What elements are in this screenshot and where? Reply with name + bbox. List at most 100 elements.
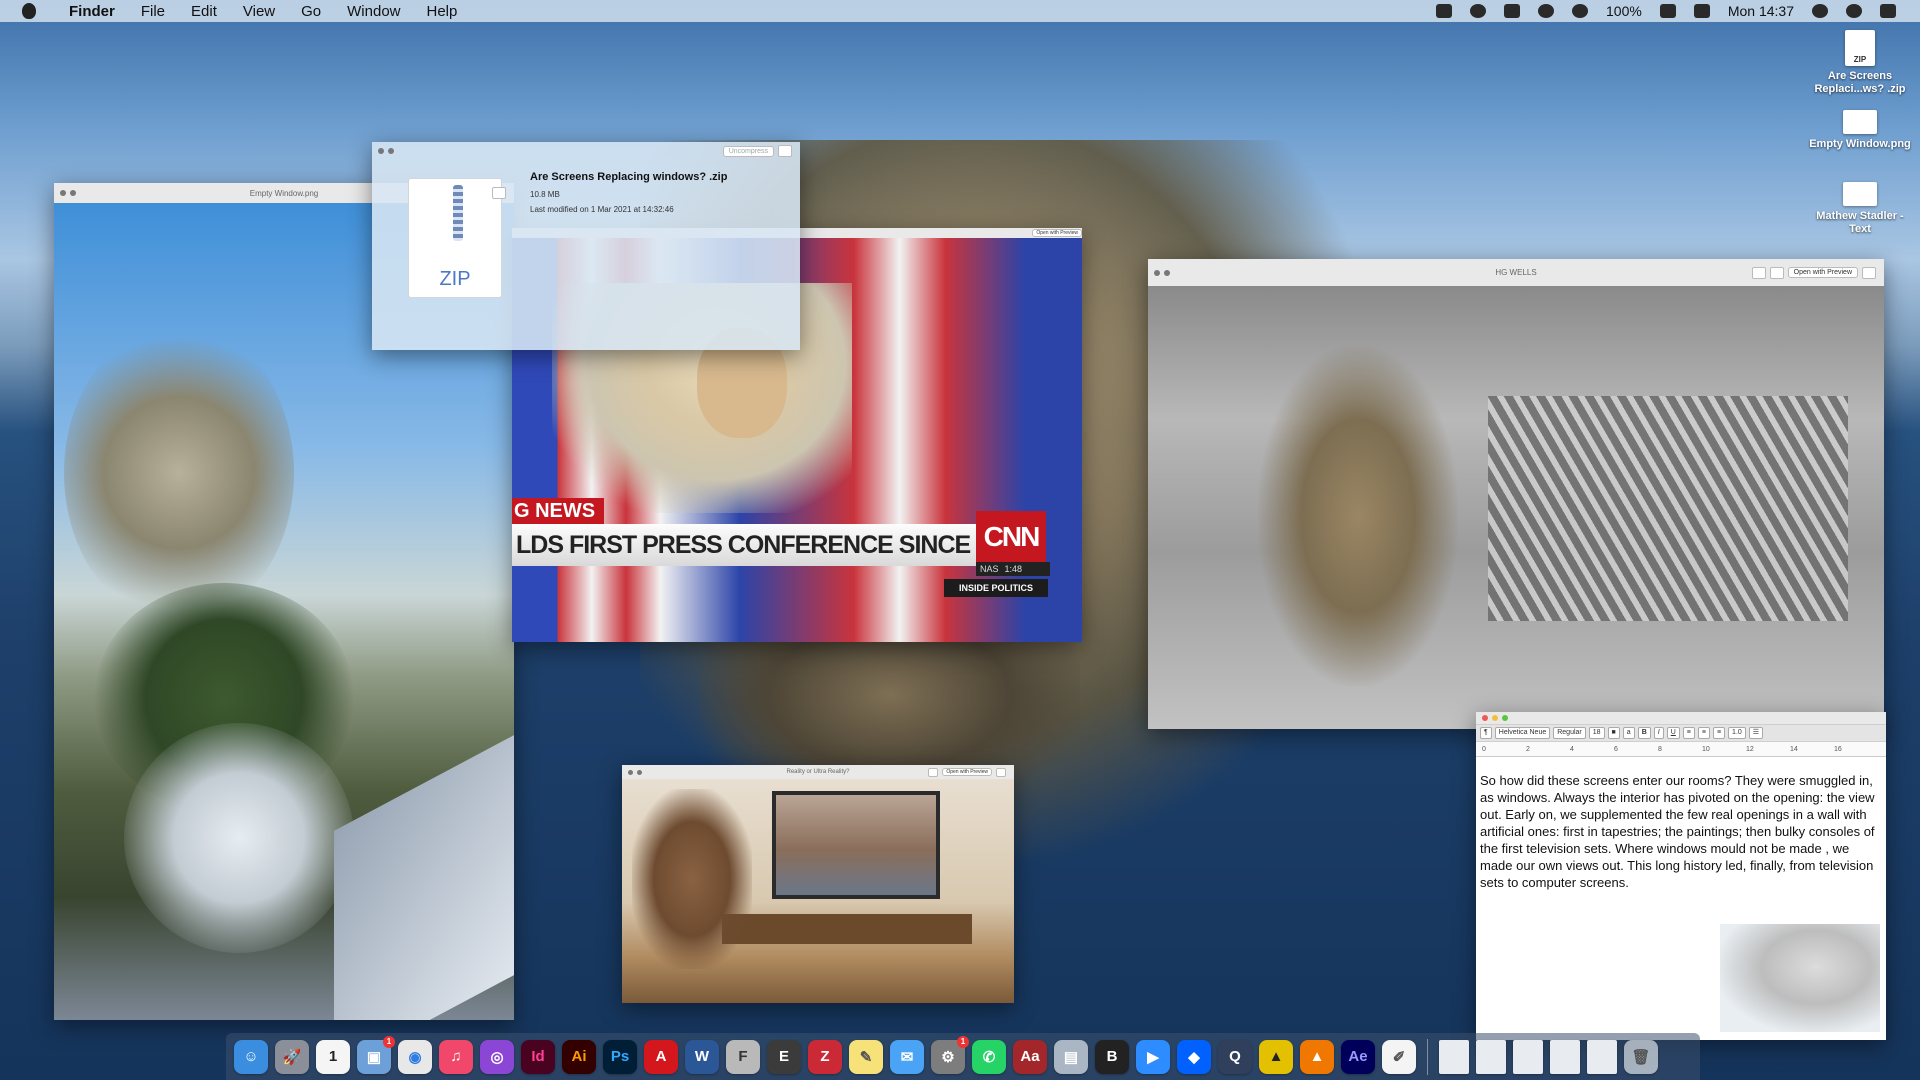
open-with-preview-button[interactable]: Open with Preview bbox=[1032, 229, 1082, 237]
indesign-icon[interactable]: Id bbox=[521, 1039, 555, 1074]
google-drive-icon[interactable] bbox=[1504, 4, 1521, 18]
automator-icon[interactable]: ▲ bbox=[1259, 1039, 1293, 1074]
clock[interactable]: Mon 14:37 bbox=[1728, 3, 1794, 19]
close-icon[interactable] bbox=[1154, 269, 1160, 276]
creative-cloud-icon[interactable] bbox=[1470, 4, 1487, 18]
fullscreen-icon[interactable] bbox=[637, 769, 642, 775]
zoom-icon[interactable]: ▶ bbox=[1136, 1039, 1170, 1074]
paragraph-style-select[interactable]: ¶ bbox=[1480, 727, 1492, 739]
bold-button[interactable]: B bbox=[1637, 727, 1651, 739]
title-bar[interactable]: Uncompress bbox=[372, 142, 800, 160]
open-with-preview-button[interactable]: Open with Preview bbox=[942, 768, 992, 776]
battery-icon[interactable] bbox=[1659, 4, 1676, 18]
line-spacing-select[interactable]: 1.0 bbox=[1728, 727, 1746, 739]
illustrator-icon[interactable]: Ai bbox=[562, 1039, 596, 1074]
recent-document-thumbnail[interactable] bbox=[1587, 1039, 1617, 1074]
close-icon[interactable] bbox=[1482, 715, 1488, 721]
siri-icon[interactable] bbox=[1846, 4, 1862, 18]
acrobat-icon[interactable]: A bbox=[644, 1039, 678, 1074]
share-icon[interactable] bbox=[996, 767, 1006, 777]
align-center-icon[interactable]: ≡ bbox=[1697, 727, 1710, 739]
notes-icon[interactable]: ✎ bbox=[849, 1039, 883, 1074]
minimize-icon[interactable] bbox=[1492, 715, 1498, 721]
desktop-icon-empty-window[interactable]: Empty Window.png bbox=[1805, 102, 1915, 151]
italic-button[interactable]: I bbox=[1653, 727, 1664, 739]
preview-photos-icon[interactable]: ▣ 1 bbox=[357, 1035, 395, 1074]
word-icon[interactable]: W bbox=[685, 1039, 719, 1074]
menu-help[interactable]: Help bbox=[414, 3, 471, 20]
align-left-icon[interactable]: ≡ bbox=[1682, 727, 1695, 739]
close-icon[interactable] bbox=[628, 769, 633, 775]
document-text-area[interactable]: So how did these screens enter our rooms… bbox=[1476, 770, 1886, 1040]
finder-icon[interactable]: ☺ bbox=[234, 1039, 268, 1074]
markup-icon[interactable] bbox=[1769, 266, 1784, 279]
title-bar[interactable]: Reality or Ultra Reality? Open with Prev… bbox=[622, 765, 1014, 780]
desktop-icon-zip[interactable]: ZIP Are Screens Replaci...ws? .zip bbox=[1805, 30, 1915, 96]
dictionary-icon[interactable]: Aa bbox=[1013, 1039, 1047, 1074]
textedit-icon[interactable]: ✐ bbox=[1382, 1039, 1416, 1074]
image-capture-icon[interactable]: ▤ bbox=[1054, 1039, 1088, 1074]
dropbox-icon[interactable]: ◆ bbox=[1177, 1039, 1211, 1074]
zoom-icon[interactable] bbox=[1502, 715, 1508, 721]
close-icon[interactable] bbox=[378, 148, 384, 154]
rotate-icon[interactable] bbox=[1751, 266, 1766, 279]
title-bar[interactable]: HG WELLS Open with Preview bbox=[1148, 259, 1884, 287]
quicktime-icon[interactable]: Q bbox=[1218, 1039, 1252, 1074]
menu-app-name[interactable]: Finder bbox=[56, 3, 128, 20]
bbedit-icon[interactable]: B bbox=[1095, 1039, 1129, 1074]
vlc-icon[interactable]: ▲ bbox=[1300, 1039, 1334, 1074]
share-icon[interactable] bbox=[492, 187, 506, 199]
aftereffects-icon[interactable]: Ae bbox=[1341, 1039, 1375, 1074]
list-bullets-icon[interactable]: ☰ bbox=[1748, 727, 1764, 739]
font-family-select[interactable]: Helvetica Neue bbox=[1494, 727, 1551, 739]
share-icon[interactable] bbox=[1862, 266, 1876, 279]
fullscreen-icon[interactable] bbox=[1164, 269, 1170, 276]
recent-document-thumbnail[interactable] bbox=[1513, 1039, 1543, 1074]
share-icon[interactable] bbox=[778, 145, 792, 157]
fullscreen-icon[interactable] bbox=[70, 190, 76, 196]
apple-menu-icon[interactable] bbox=[22, 3, 36, 19]
font-style-select[interactable]: Regular bbox=[1553, 727, 1586, 739]
calendar-icon[interactable]: 1 bbox=[316, 1039, 350, 1074]
recent-document-thumbnail[interactable] bbox=[1439, 1039, 1469, 1074]
chrome-icon[interactable]: ◉ bbox=[398, 1039, 432, 1074]
messages-icon[interactable]: ✉ bbox=[890, 1039, 924, 1074]
battery-percentage[interactable]: 100% bbox=[1606, 3, 1642, 19]
title-bar[interactable] bbox=[1476, 712, 1886, 725]
close-icon[interactable] bbox=[60, 190, 66, 196]
trash-icon[interactable]: 🗑 bbox=[1624, 1039, 1658, 1074]
menu-file[interactable]: File bbox=[128, 3, 178, 20]
podcasts-icon[interactable]: ◎ bbox=[480, 1039, 514, 1074]
ruler[interactable]: 0 2 4 6 8 10 12 14 16 bbox=[1476, 742, 1886, 757]
menu-go[interactable]: Go bbox=[288, 3, 334, 20]
spotlight-search-icon[interactable] bbox=[1812, 4, 1828, 18]
recent-document-thumbnail[interactable] bbox=[1476, 1039, 1506, 1074]
whatsapp-icon[interactable]: ✆ bbox=[972, 1039, 1006, 1074]
menu-window[interactable]: Window bbox=[334, 3, 413, 20]
zotero-icon[interactable]: Z bbox=[808, 1039, 842, 1074]
font-size-select[interactable]: 18 bbox=[1588, 727, 1605, 739]
desktop-icon-text-doc[interactable]: Mathew Stadler - Text bbox=[1805, 174, 1915, 236]
volume-icon[interactable] bbox=[1693, 4, 1710, 18]
exporter-icon[interactable]: E bbox=[767, 1039, 801, 1074]
menu-view[interactable]: View bbox=[230, 3, 288, 20]
photoshop-icon[interactable]: Ps bbox=[603, 1039, 637, 1074]
dropbox-status-icon[interactable] bbox=[1436, 4, 1453, 18]
text-color-icon[interactable]: ■ bbox=[1607, 727, 1620, 739]
uncompress-button[interactable]: Uncompress bbox=[722, 145, 774, 157]
launchpad-icon[interactable]: 🚀 bbox=[275, 1039, 309, 1074]
align-justify-icon[interactable]: ≡ bbox=[1712, 727, 1726, 739]
wifi-icon[interactable] bbox=[1572, 4, 1589, 18]
system-preferences-icon[interactable]: ⚙ 1 bbox=[931, 1035, 969, 1074]
bluetooth-icon[interactable] bbox=[1538, 4, 1555, 18]
fontbook-icon[interactable]: F bbox=[726, 1039, 760, 1074]
menu-edit[interactable]: Edit bbox=[178, 3, 230, 20]
fullscreen-icon[interactable] bbox=[388, 148, 394, 154]
recent-document-thumbnail[interactable] bbox=[1550, 1039, 1580, 1074]
notification-center-icon[interactable] bbox=[1880, 4, 1896, 18]
rotate-icon[interactable] bbox=[928, 767, 939, 777]
music-icon[interactable]: ♫ bbox=[439, 1039, 473, 1074]
underline-button[interactable]: U bbox=[1666, 727, 1680, 739]
open-with-preview-button[interactable]: Open with Preview bbox=[1787, 267, 1858, 278]
highlight-color-icon[interactable]: a bbox=[1622, 727, 1635, 739]
